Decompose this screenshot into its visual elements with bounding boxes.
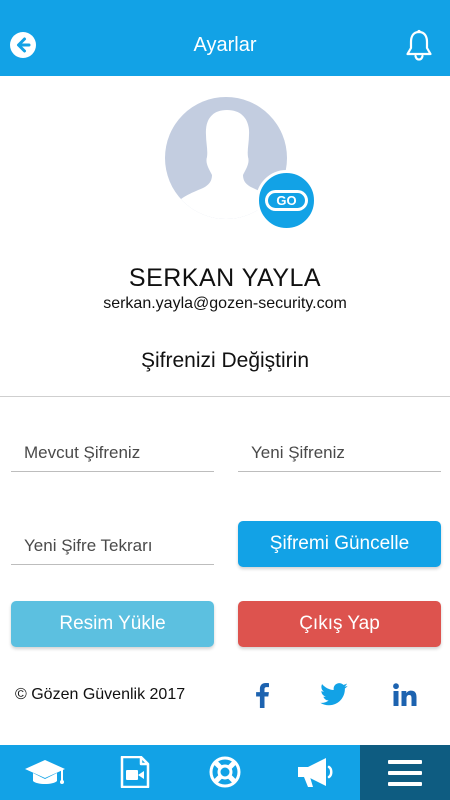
graduation-cap-icon bbox=[25, 760, 65, 784]
tab-videos[interactable] bbox=[90, 745, 180, 800]
linkedin-link[interactable] bbox=[390, 680, 420, 710]
bell-icon bbox=[406, 29, 432, 61]
menu-icon bbox=[388, 760, 422, 786]
update-password-button[interactable]: Şifremi Güncelle bbox=[238, 521, 441, 567]
video-file-icon bbox=[120, 756, 150, 788]
notification-button[interactable] bbox=[404, 29, 434, 61]
new-password-field[interactable] bbox=[238, 436, 441, 470]
page-title: Ayarlar bbox=[193, 34, 257, 56]
current-password-field-wrapper bbox=[11, 436, 214, 472]
app-header: Ayarlar bbox=[0, 0, 450, 76]
change-password-title: Şifrenizi Değiştirin bbox=[140, 349, 310, 372]
current-password-field[interactable] bbox=[11, 436, 214, 470]
tab-announcements[interactable] bbox=[270, 745, 360, 800]
twitter-link[interactable] bbox=[319, 680, 349, 710]
linkedin-icon bbox=[393, 683, 417, 706]
logout-button[interactable]: Çıkış Yap bbox=[238, 601, 441, 647]
repeat-password-field-wrapper bbox=[11, 529, 214, 565]
user-email: serkan.yayla@gozen-security.com bbox=[103, 295, 347, 312]
tab-education[interactable] bbox=[0, 745, 90, 800]
bottom-tab-bar bbox=[0, 745, 450, 800]
twitter-icon bbox=[320, 683, 348, 706]
new-password-field-wrapper bbox=[238, 436, 441, 472]
facebook-link[interactable] bbox=[248, 680, 278, 710]
user-name: SERKAN YAYLA bbox=[128, 264, 322, 292]
company-logo-badge: GO bbox=[256, 170, 317, 231]
lifebuoy-icon bbox=[209, 756, 241, 788]
megaphone-icon bbox=[298, 758, 333, 787]
facebook-icon bbox=[256, 683, 269, 708]
badge-text: GO bbox=[276, 193, 296, 208]
tab-menu[interactable] bbox=[360, 745, 450, 800]
repeat-password-field[interactable] bbox=[11, 529, 214, 563]
upload-photo-button[interactable]: Resim Yükle bbox=[11, 601, 214, 647]
divider bbox=[0, 396, 450, 397]
tab-support[interactable] bbox=[180, 745, 270, 800]
copyright-text: © Gözen Güvenlik 2017 bbox=[15, 686, 186, 703]
gozen-logo-icon: GO bbox=[265, 190, 308, 211]
